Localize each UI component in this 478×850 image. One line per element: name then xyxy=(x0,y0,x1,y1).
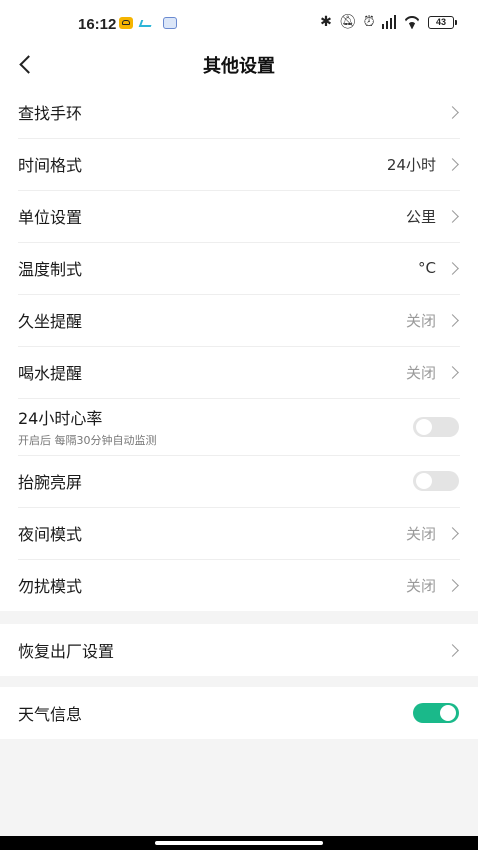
drink-water-reminder-row[interactable]: 喝水提醒 关闭 xyxy=(0,346,478,398)
time-format-row[interactable]: 时间格式 24小时 xyxy=(0,138,478,190)
row-label: 夜间模式 xyxy=(18,525,83,544)
row-value: 关闭 xyxy=(405,576,436,595)
settings-list: 查找手环 时间格式 24小时 单位设置 公里 温度制式 °C 久坐提醒 关闭 喝… xyxy=(0,86,478,611)
row-label: 勿扰模式 xyxy=(18,577,83,596)
bluetooth-icon: ✱ xyxy=(320,14,332,30)
chevron-right-icon xyxy=(446,525,462,541)
status-time: 16:12 xyxy=(78,16,117,33)
row-label: 久坐提醒 xyxy=(18,312,83,331)
car-app-notification-icon xyxy=(119,17,133,29)
row-value: 24小时 xyxy=(386,155,436,174)
find-band-row[interactable]: 查找手环 xyxy=(0,86,478,138)
page-title: 其他设置 xyxy=(203,56,275,77)
temperature-unit-row[interactable]: 温度制式 °C xyxy=(0,242,478,294)
cellular-signal-icon xyxy=(381,15,396,29)
chevron-right-icon xyxy=(446,260,462,276)
chevron-right-icon xyxy=(446,104,462,120)
night-mode-row[interactable]: 夜间模式 关闭 xyxy=(0,507,478,559)
raise-to-wake-toggle[interactable] xyxy=(413,471,459,491)
row-sublabel: 开启后 每隔30分钟自动监测 xyxy=(18,434,157,447)
status-bar: 16:12 ✱ 🔕︎ ⏰︎ 43 xyxy=(0,0,478,44)
battery-icon: 43 xyxy=(428,15,457,29)
notification-icons xyxy=(119,17,177,29)
reset-group: 恢复出厂设置 xyxy=(0,624,478,676)
row-value: 关闭 xyxy=(405,524,436,543)
row-label: 温度制式 xyxy=(18,260,83,279)
unit-setting-row[interactable]: 单位设置 公里 xyxy=(0,190,478,242)
weather-info-toggle[interactable] xyxy=(413,703,459,723)
app-notification-icon xyxy=(139,17,153,29)
row-label: 恢复出厂设置 xyxy=(18,642,115,661)
mute-bell-icon: 🔕︎ xyxy=(338,14,357,30)
chevron-right-icon xyxy=(446,208,462,224)
toggle-knob xyxy=(416,418,432,435)
chevron-right-icon xyxy=(446,364,462,380)
chevron-right-icon xyxy=(446,312,462,328)
home-indicator[interactable] xyxy=(155,841,323,845)
row-value: 关闭 xyxy=(405,311,436,330)
row-label: 喝水提醒 xyxy=(18,364,83,383)
row-label: 天气信息 xyxy=(18,705,83,724)
row-label: 24小时心率 xyxy=(18,409,103,428)
raise-to-wake-row: 抬腕亮屏 xyxy=(0,455,478,507)
row-value: °C xyxy=(418,259,436,277)
toggle-knob xyxy=(440,705,456,721)
row-label: 时间格式 xyxy=(18,156,83,175)
chevron-right-icon xyxy=(446,642,462,658)
image-notification-icon xyxy=(163,17,177,29)
heart-rate-toggle[interactable] xyxy=(413,416,459,437)
row-value: 关闭 xyxy=(405,363,436,382)
wifi-icon xyxy=(403,16,421,29)
nav-bar: 其他设置 xyxy=(0,44,478,86)
toggle-knob xyxy=(416,473,432,489)
row-label: 查找手环 xyxy=(18,104,83,123)
row-value: 公里 xyxy=(405,207,436,226)
system-icons: ✱ 🔕︎ ⏰︎ 43 xyxy=(320,13,457,31)
factory-reset-row[interactable]: 恢复出厂设置 xyxy=(0,624,478,676)
weather-info-row: 天气信息 xyxy=(0,687,478,739)
weather-group: 天气信息 xyxy=(0,687,478,739)
row-label: 抬腕亮屏 xyxy=(18,473,83,492)
row-label: 单位设置 xyxy=(18,208,83,227)
gesture-bar xyxy=(0,836,478,850)
sedentary-reminder-row[interactable]: 久坐提醒 关闭 xyxy=(0,294,478,346)
chevron-right-icon xyxy=(446,577,462,593)
chevron-right-icon xyxy=(446,156,462,172)
do-not-disturb-row[interactable]: 勿扰模式 关闭 xyxy=(0,559,478,611)
alarm-icon: ⏰︎ xyxy=(363,14,375,30)
heart-rate-24h-row: 24小时心率 开启后 每隔30分钟自动监测 xyxy=(0,398,478,455)
